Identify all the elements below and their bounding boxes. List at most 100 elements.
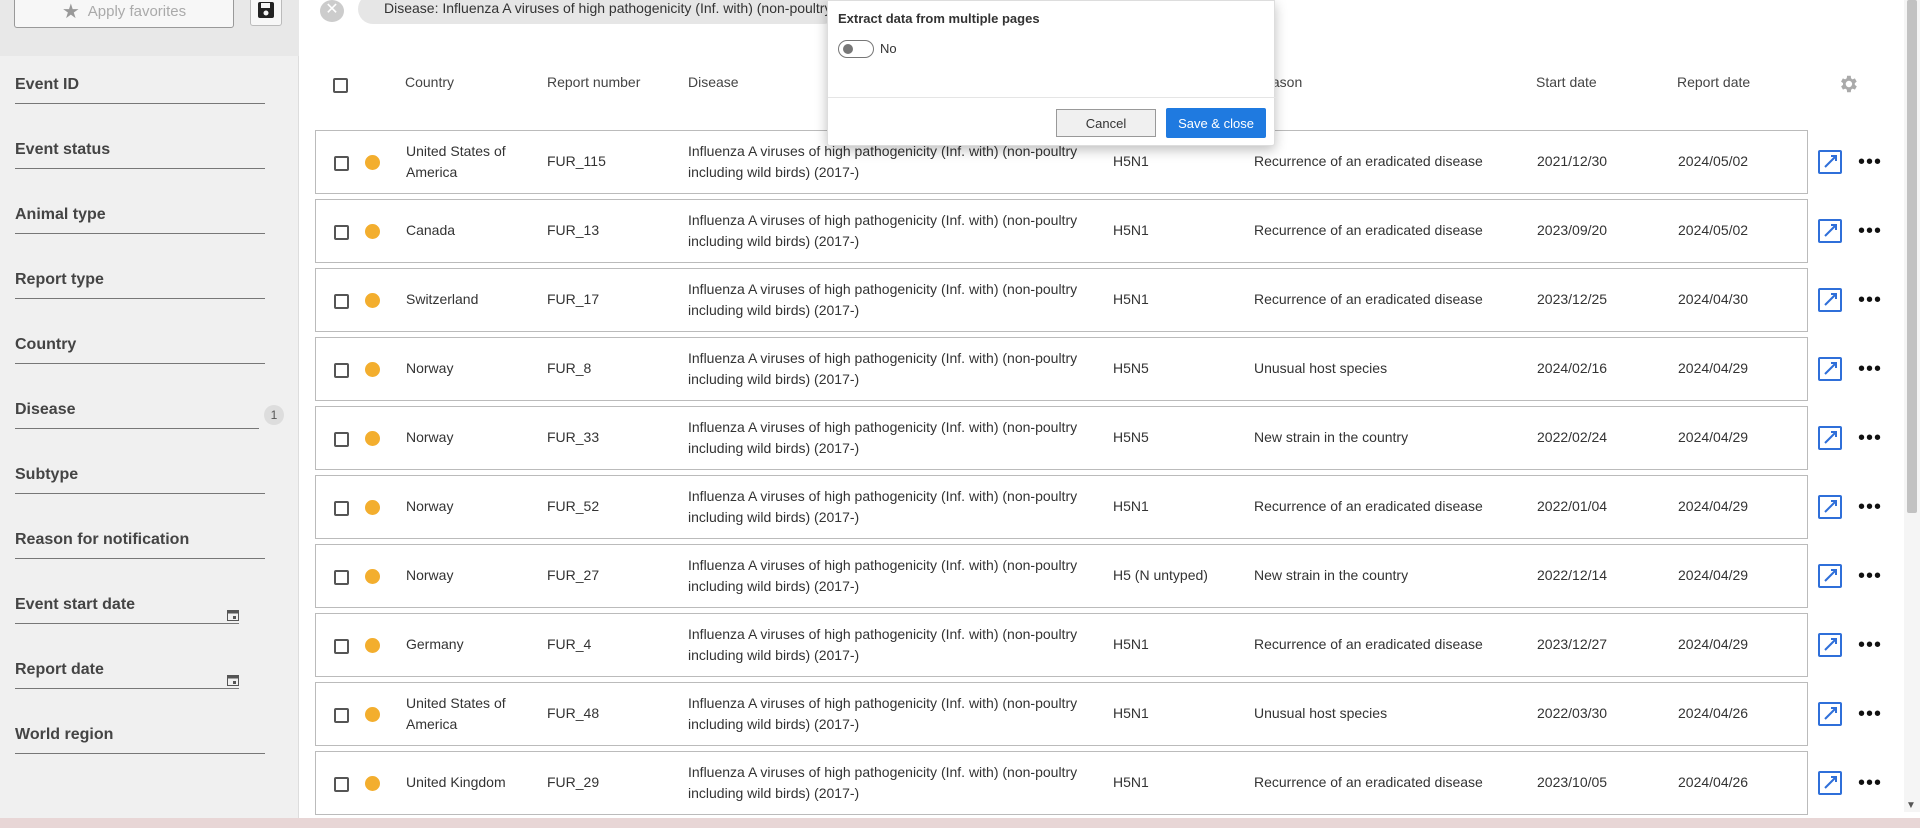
cell-report-number: FUR_17 — [547, 291, 600, 307]
cell-subtype: H5N1 — [1113, 705, 1149, 721]
cell-subtype: H5N1 — [1113, 774, 1149, 790]
filter-event-status[interactable]: Event status — [15, 137, 265, 169]
edit-icon[interactable] — [1818, 357, 1842, 381]
gear-icon[interactable] — [1837, 73, 1859, 95]
edit-icon[interactable] — [1818, 288, 1842, 312]
filter-report-date[interactable]: Report date — [15, 657, 239, 689]
cell-start-date: 2023/12/25 — [1537, 291, 1608, 307]
row-checkbox[interactable] — [334, 708, 349, 723]
filter-reason-for-notification[interactable]: Reason for notification — [15, 527, 265, 559]
row-checkbox[interactable] — [334, 432, 349, 447]
more-options-icon[interactable]: ••• — [1858, 497, 1881, 517]
edit-icon[interactable] — [1818, 633, 1842, 657]
cell-disease: Influenza A viruses of high pathogenicit… — [688, 350, 1078, 387]
column-header-country[interactable]: Country — [405, 74, 454, 90]
cell-report-date: 2024/04/29 — [1678, 360, 1749, 376]
column-header-report-number[interactable]: Report number — [547, 74, 640, 90]
edit-icon[interactable] — [1818, 495, 1842, 519]
row-checkbox[interactable] — [334, 501, 349, 516]
filter-report-type[interactable]: Report type — [15, 267, 265, 299]
table-row[interactable]: Norway FUR_8 Influenza A viruses of high p… — [315, 337, 1808, 401]
toggle-label: No — [880, 41, 897, 56]
cell-reason: Recurrence of an eradicated disease — [1254, 636, 1483, 652]
cell-start-date: 2023/12/27 — [1537, 636, 1608, 652]
save-favorites-button[interactable] — [250, 0, 282, 26]
edit-icon[interactable] — [1818, 702, 1842, 726]
status-dot — [365, 638, 380, 653]
table-row[interactable]: United Kingdom FUR_29 Influenza A viruses … — [315, 751, 1808, 815]
edit-icon[interactable] — [1818, 219, 1842, 243]
column-header-report-date[interactable]: Report date — [1677, 74, 1750, 90]
column-header-start-date[interactable]: Start date — [1536, 74, 1597, 90]
cell-country: United States of America — [406, 695, 506, 732]
cell-start-date: 2023/09/20 — [1537, 222, 1608, 238]
row-checkbox[interactable] — [334, 777, 349, 792]
table-row[interactable]: Norway FUR_33 Influenza A viruses of high … — [315, 406, 1808, 470]
filter-subtype[interactable]: Subtype — [15, 462, 265, 494]
table-row[interactable]: Germany FUR_4 Influenza A viruses of high … — [315, 613, 1808, 677]
row-checkbox[interactable] — [334, 570, 349, 585]
filter-country[interactable]: Country — [15, 332, 265, 364]
dialog-title: Extract data from multiple pages — [838, 11, 1040, 26]
select-all-checkbox[interactable] — [333, 78, 348, 93]
edit-icon[interactable] — [1818, 426, 1842, 450]
table-row[interactable]: Canada FUR_13 Influenza A viruses of high … — [315, 199, 1808, 263]
edit-icon[interactable] — [1818, 150, 1842, 174]
calendar-icon[interactable] — [227, 609, 239, 621]
cell-report-date: 2024/05/02 — [1678, 153, 1749, 169]
status-dot — [365, 569, 380, 584]
more-options-icon[interactable]: ••• — [1858, 290, 1881, 310]
row-checkbox[interactable] — [334, 363, 349, 378]
column-header-disease[interactable]: Disease — [688, 74, 739, 90]
edit-icon[interactable] — [1818, 564, 1842, 588]
save-and-close-button[interactable]: Save & close — [1166, 108, 1266, 138]
row-checkbox[interactable] — [334, 294, 349, 309]
cell-country: Norway — [406, 429, 454, 445]
active-filter-chip[interactable]: Disease: Influenza A viruses of high pat… — [358, 0, 838, 24]
status-dot — [365, 155, 380, 170]
status-dot — [365, 224, 380, 239]
edit-icon[interactable] — [1818, 771, 1842, 795]
vertical-scrollbar-thumb[interactable] — [1907, 0, 1917, 513]
cell-report-number: FUR_33 — [547, 429, 600, 445]
cell-disease: Influenza A viruses of high pathogenicit… — [688, 557, 1078, 594]
row-checkbox[interactable] — [334, 156, 349, 171]
clear-filters-icon[interactable]: ✕ — [320, 0, 344, 22]
more-options-icon[interactable]: ••• — [1858, 428, 1881, 448]
cell-reason: Recurrence of an eradicated disease — [1254, 222, 1483, 238]
filter-event-start-date[interactable]: Event start date — [15, 592, 239, 624]
row-checkbox[interactable] — [334, 225, 349, 240]
filter-world-region[interactable]: World region — [15, 722, 265, 754]
filter-sidebar: ★ Apply favorites Event ID Event status … — [0, 0, 299, 818]
cell-subtype: H5N5 — [1113, 429, 1149, 445]
table-row[interactable]: United States of America FUR_48 Influenza … — [315, 682, 1808, 746]
cell-reason: Unusual host species — [1254, 360, 1388, 376]
apply-favorites-button[interactable]: ★ Apply favorites — [14, 0, 234, 28]
row-checkbox[interactable] — [334, 639, 349, 654]
filter-event-id[interactable]: Event ID — [15, 72, 265, 104]
more-options-icon[interactable]: ••• — [1858, 566, 1881, 586]
cancel-button[interactable]: Cancel — [1056, 109, 1156, 137]
cell-subtype: H5N1 — [1113, 222, 1149, 238]
filter-animal-type[interactable]: Animal type — [15, 202, 265, 234]
scroll-down-arrow-icon[interactable]: ▼ — [1906, 800, 1916, 811]
cell-start-date: 2022/01/04 — [1537, 498, 1608, 514]
toggle-knob — [843, 44, 853, 54]
filter-disease[interactable]: Disease — [15, 397, 259, 429]
multiple-pages-toggle[interactable] — [838, 40, 874, 58]
more-options-icon[interactable]: ••• — [1858, 152, 1881, 172]
table-row[interactable]: Norway FUR_27 Influenza A viruses of high … — [315, 544, 1808, 608]
cell-disease: Influenza A viruses of high pathogenicit… — [688, 419, 1078, 456]
table-row[interactable]: Norway FUR_52 Influenza A viruses of high … — [315, 475, 1808, 539]
more-options-icon[interactable]: ••• — [1858, 773, 1881, 793]
more-options-icon[interactable]: ••• — [1858, 635, 1881, 655]
more-options-icon[interactable]: ••• — [1858, 221, 1881, 241]
table-row[interactable]: Switzerland FUR_17 Influenza A viruses of … — [315, 268, 1808, 332]
more-options-icon[interactable]: ••• — [1858, 704, 1881, 724]
calendar-icon[interactable] — [227, 674, 239, 686]
cell-report-number: FUR_48 — [547, 705, 600, 721]
cell-reason: New strain in the country — [1254, 567, 1409, 583]
cell-subtype: H5N1 — [1113, 291, 1149, 307]
more-options-icon[interactable]: ••• — [1858, 359, 1881, 379]
cell-report-number: FUR_52 — [547, 498, 600, 514]
